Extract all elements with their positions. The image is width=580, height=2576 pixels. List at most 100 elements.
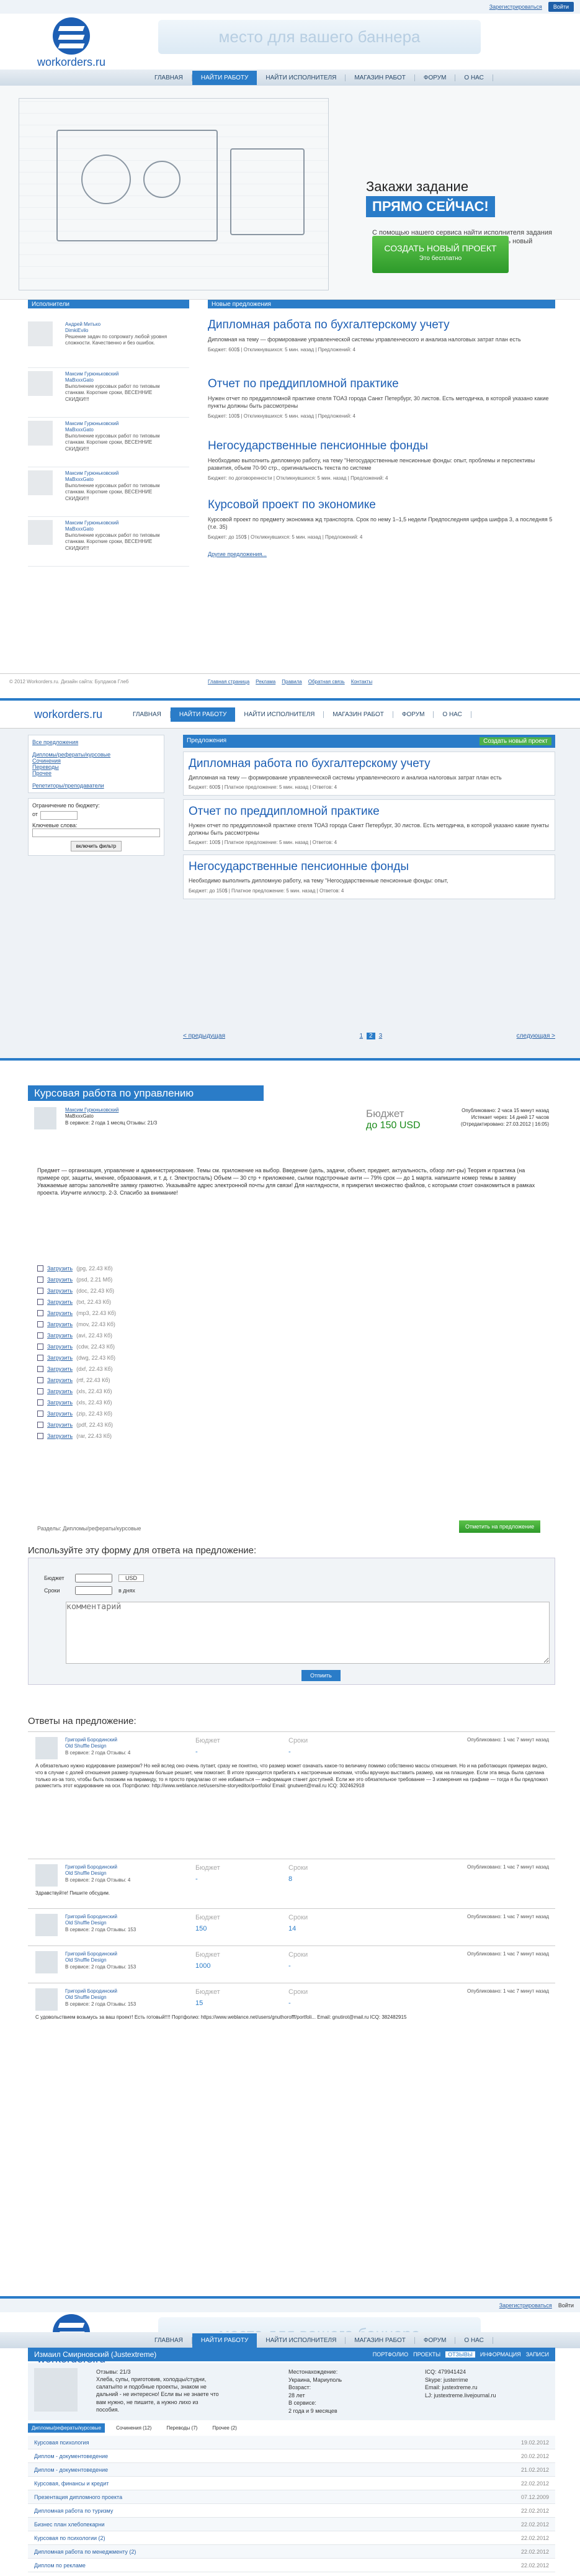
tab-info[interactable]: ИНФОРМАЦИЯ (480, 2351, 521, 2358)
executor-name[interactable]: Андрей Митько (65, 321, 100, 327)
tab-translations[interactable]: Переводы (7) (163, 2423, 201, 2433)
download-link[interactable]: Загрузить (47, 1277, 73, 1283)
page-link[interactable]: 1 (359, 1033, 363, 1039)
tab-portfolio[interactable]: ПОРТФОЛИО (373, 2351, 408, 2358)
proposal-title[interactable]: Курсовой проект по экономике (208, 498, 555, 512)
author-name[interactable]: Максим Гурюньковский (65, 1107, 118, 1113)
tab-other[interactable]: Прочее (2) (208, 2423, 241, 2433)
nav-find-work[interactable]: НАЙТИ РАБОТУ (170, 707, 236, 722)
login-button[interactable]: Войти (548, 2, 574, 12)
work-title[interactable]: Бизнес план хлебопекарни (34, 2521, 104, 2528)
nav-forum[interactable]: ФОРУМ (415, 2336, 456, 2344)
create-project-small-button[interactable]: Создать новый проект (480, 737, 551, 745)
download-link[interactable]: Загрузить (47, 1377, 73, 1383)
tab-projects[interactable]: ПРОЕКТЫ (413, 2351, 440, 2358)
next-link[interactable]: следующая > (517, 1033, 555, 1039)
download-link[interactable]: Загрузить (47, 1411, 73, 1417)
list-item[interactable]: Бизнес план хлебопекарни 22.02.2012 (28, 2518, 555, 2531)
nav-find-executor[interactable]: НАЙТИ ИСПОЛНИТЕЛЯ (257, 2336, 346, 2344)
executor-item[interactable]: Максим Гурюньковский MaBxxxGato Выполнение… (28, 517, 189, 567)
nav-home[interactable]: ГЛАВНАЯ (124, 711, 171, 718)
register-link[interactable]: Зарегистрироваться (489, 4, 542, 10)
executor-item[interactable]: Максим Гурюньковский MaBxxxGato Выполнение… (28, 418, 189, 467)
executor-name[interactable]: Максим Гурюньковский (65, 520, 118, 526)
executor-item[interactable]: Андрей Митько DimkiEvilo Решение задач по … (28, 318, 189, 368)
page-link[interactable]: 3 (379, 1033, 383, 1039)
nav-shop[interactable]: МАГАЗИН РАБОТ (324, 711, 393, 718)
download-link[interactable]: Загрузить (47, 1422, 73, 1428)
list-item[interactable]: Курсовая психология 19.02.2012 (28, 2436, 555, 2449)
proposal-title[interactable]: Дипломная работа по бухгалтерскому учету (208, 318, 555, 332)
list-item[interactable]: Курсовая, финансы и кредит 22.02.2012 (28, 2477, 555, 2490)
download-link[interactable]: Загрузить (47, 1265, 73, 1272)
download-link[interactable]: Загрузить (47, 1299, 73, 1305)
work-title[interactable]: Презентация дипломного проекта (34, 2494, 122, 2500)
sidebar-item-all[interactable]: Все предложения (32, 739, 160, 745)
work-title[interactable]: Курсовая психология (34, 2439, 89, 2446)
answer-author[interactable]: Григорий Бородинский (65, 1864, 117, 1870)
download-link[interactable]: Загрузить (47, 1332, 73, 1339)
answer-author[interactable]: Григорий Бородинский (65, 1988, 117, 1994)
nav-home[interactable]: ГЛАВНАЯ (146, 74, 192, 81)
tab-essays[interactable]: Сочинения (12) (112, 2423, 155, 2433)
form-term-input[interactable] (75, 1586, 112, 1595)
prev-link[interactable]: < предыдущая (183, 1033, 225, 1039)
work-title[interactable]: Дипломная работа по туризму (34, 2508, 113, 2514)
download-link[interactable]: Загрузить (47, 1399, 73, 1406)
download-link[interactable]: Загрузить (47, 1344, 73, 1350)
nav-about[interactable]: О НАС (455, 74, 493, 81)
nav-forum[interactable]: ФОРУМ (415, 74, 456, 81)
sidebar-item-diplomas[interactable]: Дипломы/рефераты/курсовые (32, 752, 160, 758)
list-item[interactable]: Дипломная работа по менеджменту (2) 22.02… (28, 2545, 555, 2559)
download-link[interactable]: Загрузить (47, 1321, 73, 1327)
form-budget-input[interactable] (75, 1574, 112, 1582)
tab-reviews[interactable]: ОТЗЫВЫ (445, 2351, 475, 2358)
list-item[interactable]: Диплом - документоведение 20.02.2012 (28, 2449, 555, 2463)
nav-find-work[interactable]: НАЙТИ РАБОТУ (192, 70, 257, 85)
tab-diplomas[interactable]: Дипломы/рефераты/курсовые (28, 2423, 105, 2433)
list-item[interactable]: Презентация дипломного проекта 07.12.2009 (28, 2490, 555, 2504)
budget-input[interactable] (40, 811, 78, 820)
answer-author[interactable]: Григорий Бородинский (65, 1737, 117, 1743)
work-title[interactable]: Диплом - документоведение (34, 2453, 108, 2459)
more-proposals-link[interactable]: Другие предложения... (208, 551, 555, 557)
filter-button[interactable]: включить фильтр (70, 841, 122, 851)
nav-find-executor[interactable]: НАЙТИ ИСПОЛНИТЕЛЯ (235, 711, 324, 718)
answer-author[interactable]: Григорий Бородинский (65, 1951, 117, 1957)
list-item[interactable]: Диплом - документоведение 21.02.2012 (28, 2463, 555, 2477)
executor-name[interactable]: Максим Гурюньковский (65, 421, 118, 426)
banner[interactable]: место для вашего баннера (158, 20, 481, 54)
logo[interactable]: workorders.ru (22, 17, 121, 69)
download-link[interactable]: Загрузить (47, 1310, 73, 1316)
proposal-title[interactable]: Негосударственные пенсионные фонды (208, 439, 555, 453)
currency-select[interactable]: USD (118, 1574, 145, 1582)
sidebar-item-essays[interactable]: Сочинения (32, 758, 160, 764)
work-title[interactable]: Курсовая, финансы и кредит (34, 2480, 109, 2487)
footer-link[interactable]: Правила (282, 679, 301, 684)
download-link[interactable]: Загрузить (47, 1433, 73, 1439)
download-link[interactable]: Загрузить (47, 1288, 73, 1294)
nav-home[interactable]: ГЛАВНАЯ (146, 2336, 192, 2344)
work-title[interactable]: Дипломная работа по менеджменту (2) (34, 2549, 136, 2555)
work-title[interactable]: Диплом - документоведение (34, 2467, 108, 2473)
proposal-title[interactable]: Отчет по преддипломной практике (208, 377, 555, 391)
list-item[interactable]: Диплом по рекламе 22.02.2012 (28, 2559, 555, 2572)
comment-textarea[interactable] (66, 1602, 550, 1664)
footer-link[interactable]: Главная страница (208, 679, 249, 684)
item-title[interactable]: Негосударственные пенсионные фонды (189, 860, 550, 874)
nav-forum[interactable]: ФОРУМ (393, 711, 434, 718)
nav-about[interactable]: О НАС (455, 2336, 493, 2344)
nav-about[interactable]: О НАС (434, 711, 471, 718)
item-title[interactable]: Отчет по преддипломной практике (189, 805, 550, 819)
list-item[interactable]: Дипломная работа по туризму 22.02.2012 (28, 2504, 555, 2518)
answer-author[interactable]: Григорий Бородинский (65, 1914, 117, 1919)
tab-notes[interactable]: ЗАПИСИ (526, 2351, 549, 2358)
keywords-input[interactable] (32, 828, 160, 837)
sidebar-item-tutors[interactable]: Репетиторы/преподаватели (32, 783, 160, 789)
executor-name[interactable]: Максим Гурюньковский (65, 470, 118, 476)
footer-link[interactable]: Обратная связь (308, 679, 345, 684)
create-project-button[interactable]: СОЗДАТЬ НОВЫЙ ПРОЕКТ Это бесплатно (372, 236, 509, 273)
download-link[interactable]: Загрузить (47, 1366, 73, 1372)
executor-name[interactable]: Максим Гурюньковский (65, 371, 118, 377)
executor-item[interactable]: Максим Гурюньковский MaBxxxGato Выполнение… (28, 467, 189, 517)
